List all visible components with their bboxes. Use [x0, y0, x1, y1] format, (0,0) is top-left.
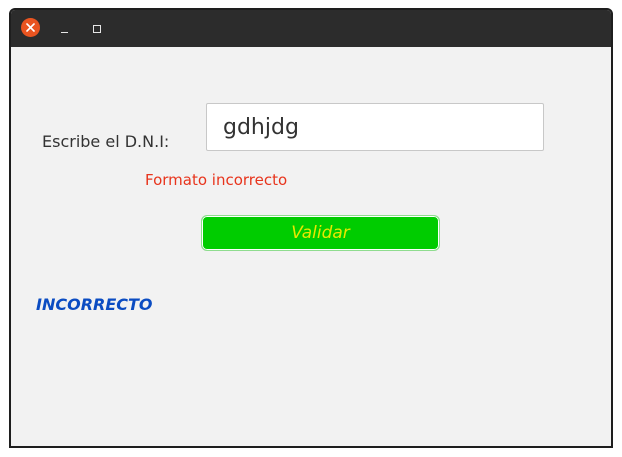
- dni-label: Escribe el D.N.I:: [42, 132, 170, 151]
- app-window: Escribe el D.N.I: Formato incorrecto Val…: [9, 8, 613, 448]
- maximize-button[interactable]: [90, 22, 104, 36]
- error-message: Formato incorrecto: [145, 171, 288, 189]
- dni-input[interactable]: [206, 103, 544, 151]
- minimize-button[interactable]: [57, 22, 71, 36]
- title-bar: [11, 10, 611, 47]
- minimize-icon: [60, 31, 68, 33]
- close-button[interactable]: [21, 18, 40, 37]
- result-label: INCORRECTO: [36, 295, 153, 314]
- close-icon: [26, 23, 35, 32]
- validate-button[interactable]: Validar: [201, 215, 440, 251]
- maximize-icon: [93, 25, 101, 33]
